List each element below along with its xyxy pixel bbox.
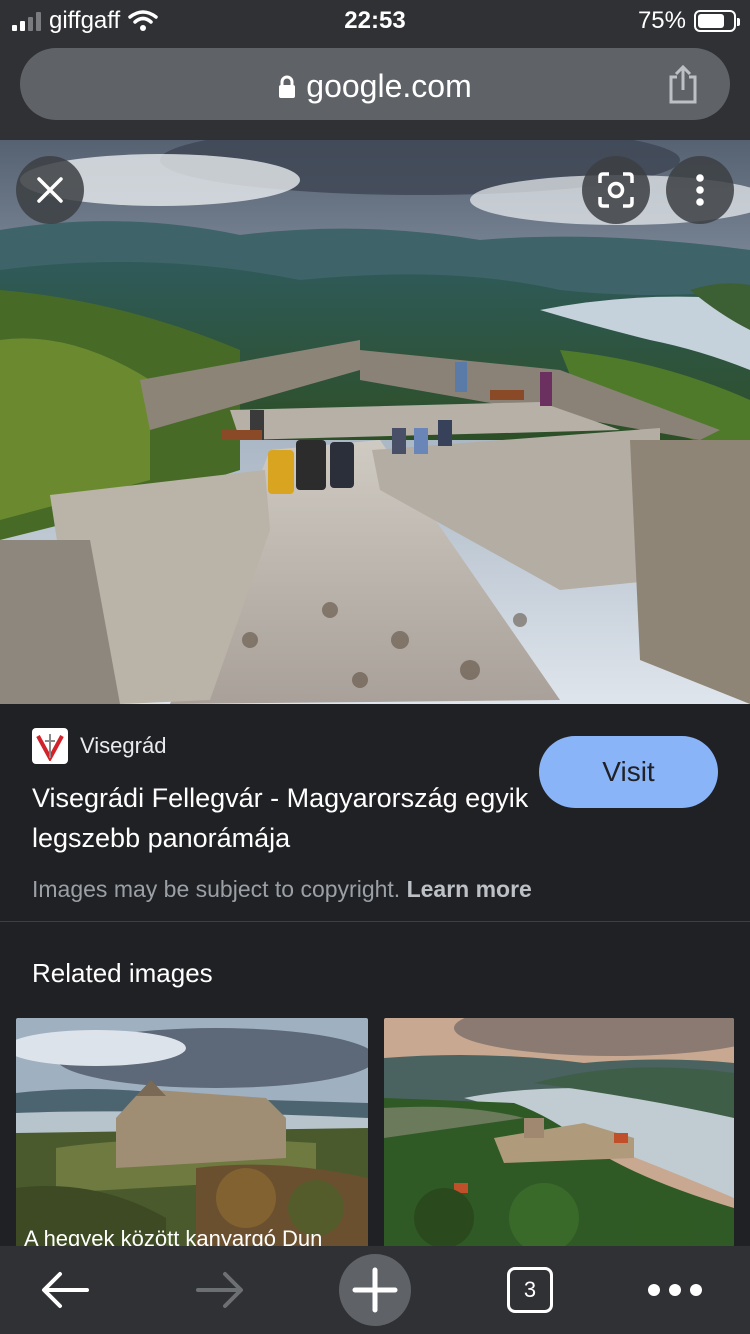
back-button[interactable] (20, 1246, 110, 1334)
tab-count: 3 (523, 1277, 537, 1302)
new-tab-circle (339, 1254, 411, 1326)
url-domain: google.com (306, 68, 472, 104)
tabs-button[interactable]: 3 (490, 1246, 570, 1334)
battery-percent: 75% (637, 7, 686, 34)
site-favicon (32, 728, 68, 764)
address-text: google.com (20, 68, 730, 105)
copyright-notice: Images may be subject to copyright. Lear… (32, 876, 532, 903)
site-row[interactable]: Visegrád (32, 728, 166, 764)
lens-icon (598, 172, 634, 208)
lock-icon (279, 75, 296, 98)
status-bar: giffgaff 22:53 75% (0, 0, 750, 42)
site-name: Visegrád (80, 733, 167, 758)
tabs-icon: 3 (507, 1267, 553, 1313)
close-button[interactable] (16, 156, 84, 224)
close-icon (37, 177, 63, 203)
visit-button[interactable]: Visit (539, 736, 718, 808)
more-horiz-icon (648, 1284, 702, 1296)
related-image-2[interactable] (384, 1018, 734, 1248)
related-image-aerial-castle (384, 1018, 734, 1248)
menu-button[interactable] (630, 1246, 720, 1334)
back-arrow-icon (42, 1272, 89, 1308)
battery-level (698, 14, 724, 28)
status-right: 75% (637, 7, 740, 35)
learn-more-link[interactable]: Learn more (407, 876, 532, 902)
main-image[interactable] (0, 140, 750, 704)
related-images-heading: Related images (32, 958, 213, 988)
share-icon[interactable] (666, 64, 700, 104)
result-title[interactable]: Visegrádi Fellegvár - Magyarország egyik… (32, 778, 532, 858)
new-tab-button[interactable] (337, 1246, 413, 1334)
castle-panorama-image (0, 140, 750, 704)
image-info-panel: Visegrád Visegrádi Fellegvár - Magyarors… (0, 704, 750, 922)
forward-button[interactable] (175, 1246, 265, 1334)
bottom-toolbar: 3 (0, 1246, 750, 1334)
address-bar[interactable]: google.com (20, 48, 730, 120)
browser-address-area: google.com (0, 42, 750, 140)
lens-search-button[interactable] (582, 156, 650, 224)
new-tab-plus-icon (352, 1267, 398, 1313)
forward-arrow-icon (196, 1272, 243, 1308)
more-vert-icon (696, 174, 704, 206)
related-image-1[interactable] (16, 1018, 368, 1248)
battery-icon (694, 10, 740, 32)
related-image-castle-river (16, 1018, 368, 1248)
copyright-text: Images may be subject to copyright. (32, 876, 401, 902)
more-options-button[interactable] (666, 156, 734, 224)
visegrad-logo-icon (36, 734, 64, 761)
